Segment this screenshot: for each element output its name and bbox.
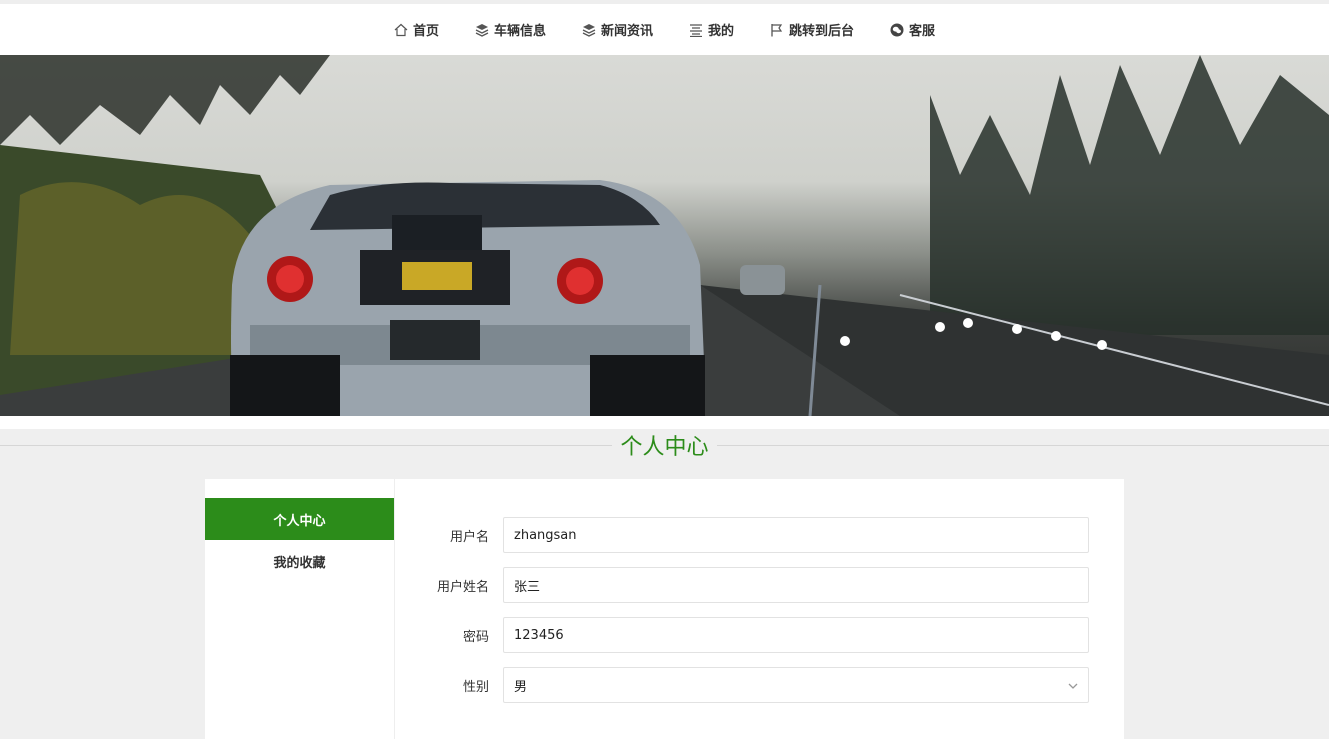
layers-icon xyxy=(475,23,489,37)
top-nav: 首页 车辆信息 新闻资讯 我的 跳转到后台 客服 xyxy=(0,0,1329,55)
password-label: 密码 xyxy=(462,629,489,645)
username-field[interactable]: zhangsan xyxy=(503,517,1089,553)
form-row-fullname: 用户姓名 张三 xyxy=(395,567,1124,603)
personal-center-panel: 个人中心 我的收藏 用户名 zhangsan 用户姓名 张三 密码 123456… xyxy=(205,479,1124,739)
fullname-field[interactable]: 张三 xyxy=(503,567,1089,603)
nav-item-mine[interactable]: 我的 xyxy=(671,4,752,55)
nav-label: 客服 xyxy=(909,24,936,39)
form-row-password: 密码 123456 xyxy=(395,617,1124,653)
banner-divider xyxy=(0,416,1329,429)
fullname-value: 张三 xyxy=(514,579,541,595)
username-label: 用户名 xyxy=(449,529,489,545)
sidebar-item-favorites[interactable]: 我的收藏 xyxy=(205,540,394,582)
form-row-username: 用户名 zhangsan xyxy=(395,517,1124,553)
section-header: 个人中心 xyxy=(0,429,1329,461)
section-title: 个人中心 xyxy=(612,429,717,461)
nav-item-vehicles[interactable]: 车辆信息 xyxy=(457,4,564,55)
username-value: zhangsan xyxy=(514,527,577,543)
nav-label: 我的 xyxy=(708,24,735,39)
gender-label: 性别 xyxy=(462,679,489,695)
nav-label: 车辆信息 xyxy=(493,24,546,39)
nav-item-admin[interactable]: 跳转到后台 xyxy=(752,4,872,55)
flag-icon xyxy=(770,23,784,37)
list-icon xyxy=(689,23,703,37)
sidebar: 个人中心 我的收藏 xyxy=(205,479,395,739)
hero-banner xyxy=(0,55,1329,416)
nav-item-news[interactable]: 新闻资讯 xyxy=(564,4,671,55)
nav-label: 首页 xyxy=(412,24,439,39)
sidebar-item-personal-center[interactable]: 个人中心 xyxy=(205,498,394,540)
profile-form: 用户名 zhangsan 用户姓名 张三 密码 123456 性别 男 xyxy=(395,479,1124,739)
password-field[interactable]: 123456 xyxy=(503,617,1089,653)
nav-label: 新闻资讯 xyxy=(600,24,653,39)
gender-value: 男 xyxy=(514,679,528,695)
wechat-icon xyxy=(890,23,904,37)
layers-icon xyxy=(582,23,596,37)
car-photo xyxy=(0,55,1329,416)
nav-item-home[interactable]: 首页 xyxy=(376,4,457,55)
fullname-label: 用户姓名 xyxy=(436,579,489,595)
nav-item-service[interactable]: 客服 xyxy=(872,4,953,55)
nav-label: 跳转到后台 xyxy=(789,24,855,39)
home-icon xyxy=(394,23,408,37)
sidebar-item-label: 我的收藏 xyxy=(273,555,326,571)
password-value: 123456 xyxy=(514,627,564,643)
form-row-gender: 性别 男 xyxy=(395,667,1124,703)
gender-select[interactable]: 男 xyxy=(503,667,1089,703)
sidebar-item-label: 个人中心 xyxy=(273,513,326,529)
